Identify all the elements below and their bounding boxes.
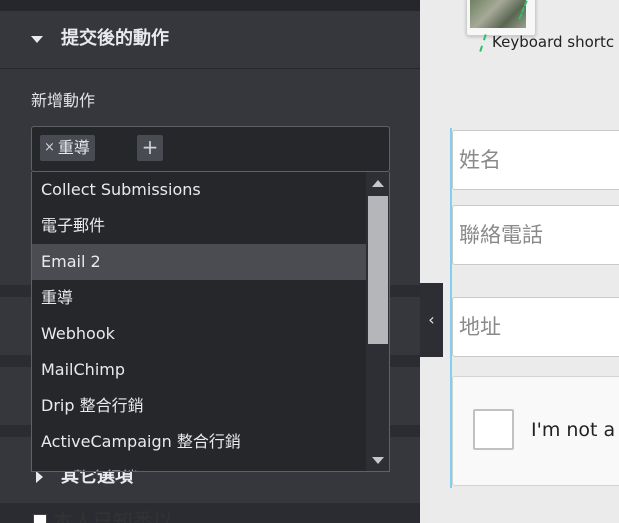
option-mailchimp[interactable]: MailChimp (32, 352, 366, 388)
editor-panel: 提交後的動作 新增動作 × 重導 + 其它選項 Collect Submissi… (0, 0, 420, 523)
consent-label: 本人已知悉以 (53, 509, 173, 523)
option-activecampaign[interactable]: ActiveCampaign 整合行銷 (32, 424, 366, 460)
form-container: 姓名 聯絡電話 地址 I'm not a r (450, 128, 619, 488)
option-email[interactable]: 電子郵件 (32, 208, 366, 244)
caret-right-icon (36, 471, 43, 483)
name-placeholder: 姓名 (459, 148, 501, 172)
tag-label: 重導 (57, 138, 90, 157)
map-image (470, 0, 526, 28)
section-actions-after-submit[interactable]: 提交後的動作 (0, 11, 420, 69)
address-field[interactable]: 地址 (452, 297, 619, 357)
scroll-up-arrow-icon[interactable] (372, 180, 384, 187)
section-title: 提交後的動作 (61, 28, 169, 49)
address-placeholder: 地址 (459, 315, 501, 339)
keyboard-shortcuts-tooltip: Keyboard shortc (492, 33, 615, 51)
scroll-thumb[interactable] (368, 196, 388, 344)
form-preview: Keyboard shortc 姓名 聯絡電話 地址 I'm not a r (420, 0, 619, 523)
recaptcha-checkbox[interactable] (473, 409, 514, 450)
add-action-label: 新增動作 (31, 91, 96, 110)
consent-checkbox[interactable] (33, 514, 47, 523)
option-collect-submissions[interactable]: Collect Submissions (32, 172, 366, 208)
remove-tag-icon[interactable]: × (44, 135, 55, 161)
actions-multiselect[interactable]: × 重導 + (31, 126, 390, 172)
phone-field[interactable]: 聯絡電話 (452, 205, 619, 265)
add-action-button[interactable]: + (137, 135, 163, 161)
consent-row[interactable]: 本人已知悉以 (33, 508, 173, 523)
dropdown-scrollbar[interactable] (366, 172, 389, 471)
option-email-2[interactable]: Email 2 (32, 244, 366, 280)
recaptcha-label: I'm not a r (531, 419, 619, 441)
actions-dropdown[interactable]: Collect Submissions 電子郵件 Email 2 重導 Webh… (31, 172, 390, 472)
panel-top-strip (0, 0, 420, 11)
scroll-down-arrow-icon[interactable] (372, 457, 384, 464)
phone-placeholder: 聯絡電話 (459, 223, 543, 247)
recaptcha-widget: I'm not a r (452, 376, 619, 486)
option-partial[interactable]: C… 整合行銷 (32, 460, 366, 471)
option-redirect[interactable]: 重導 (32, 280, 366, 316)
caret-down-icon (31, 36, 43, 43)
option-drip[interactable]: Drip 整合行銷 (32, 388, 366, 424)
dashed-guide (479, 34, 487, 52)
name-field[interactable]: 姓名 (452, 130, 619, 190)
selected-tag-redirect[interactable]: × 重導 (40, 135, 95, 161)
collapse-panel-button[interactable]: ‹ (420, 283, 443, 357)
option-webhook[interactable]: Webhook (32, 316, 366, 352)
